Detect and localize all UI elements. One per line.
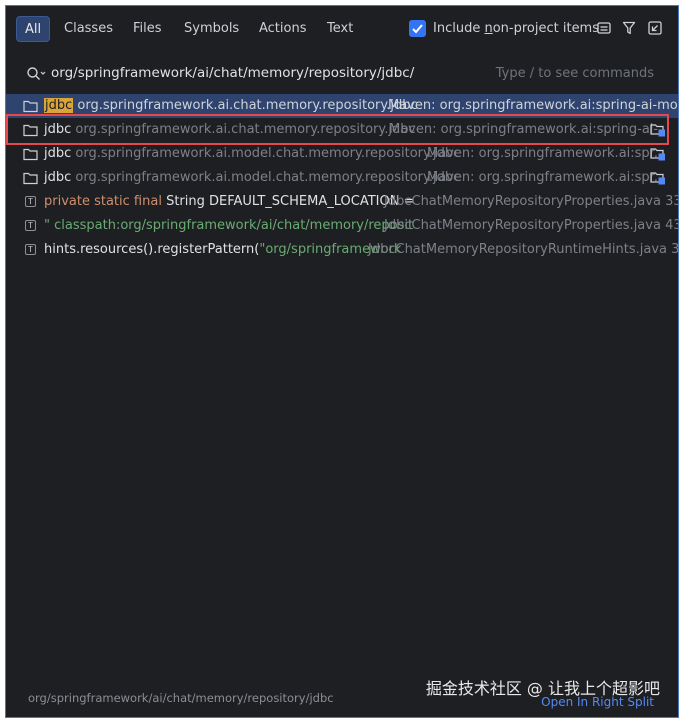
folder-icon [23, 172, 38, 185]
list-item[interactable]: T hints.resources().registerPattern("org… [6, 238, 678, 262]
location-label: Maven: org.springframework.ai:spring-ai-… [389, 122, 671, 137]
folder-icon [23, 124, 38, 137]
package-path: org.springframework.ai.chat.memory.repos… [77, 98, 418, 113]
status-path: org/springframework/ai/chat/memory/repos… [28, 691, 334, 705]
tab-files[interactable]: Files [125, 16, 170, 42]
list-item[interactable]: T private static final String DEFAULT_SC… [6, 190, 678, 214]
result-name: jdbc [44, 170, 72, 185]
folder-icon [23, 100, 38, 113]
list-item[interactable]: jdbc org.springframework.ai.chat.memory.… [6, 94, 678, 118]
library-icon [650, 124, 665, 137]
text-match-icon: T [25, 220, 36, 231]
watermark: 掘金技术社区 @ 让我上个超影吧 [425, 679, 660, 698]
location-label: Maven: org.springframework.ai:spr... [427, 146, 667, 161]
file-location: JdbcChatMemoryRepositoryProperties.java … [384, 218, 678, 233]
folder-icon [23, 148, 38, 161]
checkmark-icon [412, 24, 423, 34]
search-hint: Type / to see commands [495, 66, 654, 81]
file-location: JdbcChatMemoryRepositoryRuntimeHints.jav… [368, 242, 678, 257]
tab-text[interactable]: Text [319, 16, 361, 42]
tab-classes[interactable]: Classes [56, 16, 121, 42]
text-match-icon: T [25, 196, 36, 207]
search-everywhere-popup: All Classes Files Symbols Actions Text I… [5, 5, 679, 718]
text-snippet: hints.resources().registerPattern("org/s… [44, 242, 402, 257]
location-label: Maven: org.springframework.ai:spr... [427, 170, 667, 185]
list-item[interactable]: jdbc org.springframework.ai.model.chat.m… [6, 166, 678, 190]
list-item[interactable]: jdbc org.springframework.ai.model.chat.m… [6, 142, 678, 166]
preview-icon[interactable] [596, 20, 612, 36]
list-item[interactable]: T " classpath:org/springframework/ai/cha… [6, 214, 678, 238]
package-path: org.springframework.ai.model.chat.memory… [75, 170, 461, 185]
match-highlight: jdbc [44, 98, 74, 113]
list-item[interactable]: jdbc org.springframework.ai.chat.memory.… [6, 118, 678, 142]
filter-icon[interactable] [621, 20, 637, 36]
tab-symbols[interactable]: Symbols [176, 16, 247, 42]
result-name: jdbc [44, 146, 72, 161]
text-snippet: " classpath:org/springframework/ai/chat/… [44, 218, 414, 233]
library-icon [650, 148, 665, 161]
include-non-project-label[interactable]: Include non-project items [433, 16, 599, 42]
include-non-project-checkbox[interactable] [409, 20, 426, 37]
result-name: jdbc [44, 122, 72, 137]
search-bar: org/springframework/ai/chat/memory/repos… [6, 52, 678, 97]
location-label: Maven: org.springframework.ai:spring-ai-… [388, 98, 678, 113]
package-path: org.springframework.ai.chat.memory.repos… [75, 122, 416, 137]
tab-all[interactable]: All [16, 16, 51, 42]
library-icon [650, 172, 665, 185]
open-in-window-icon[interactable] [647, 20, 663, 36]
scope-tabs: All Classes Files Symbols Actions Text I… [6, 6, 678, 52]
package-path: org.springframework.ai.model.chat.memory… [75, 146, 461, 161]
search-icon[interactable] [26, 66, 46, 82]
text-snippet: private static final String DEFAULT_SCHE… [44, 194, 415, 209]
file-location: JdbcChatMemoryRepositoryProperties.java … [384, 194, 678, 209]
text-match-icon: T [25, 244, 36, 255]
tab-actions[interactable]: Actions [251, 16, 315, 42]
search-input[interactable]: org/springframework/ai/chat/memory/repos… [51, 65, 414, 81]
